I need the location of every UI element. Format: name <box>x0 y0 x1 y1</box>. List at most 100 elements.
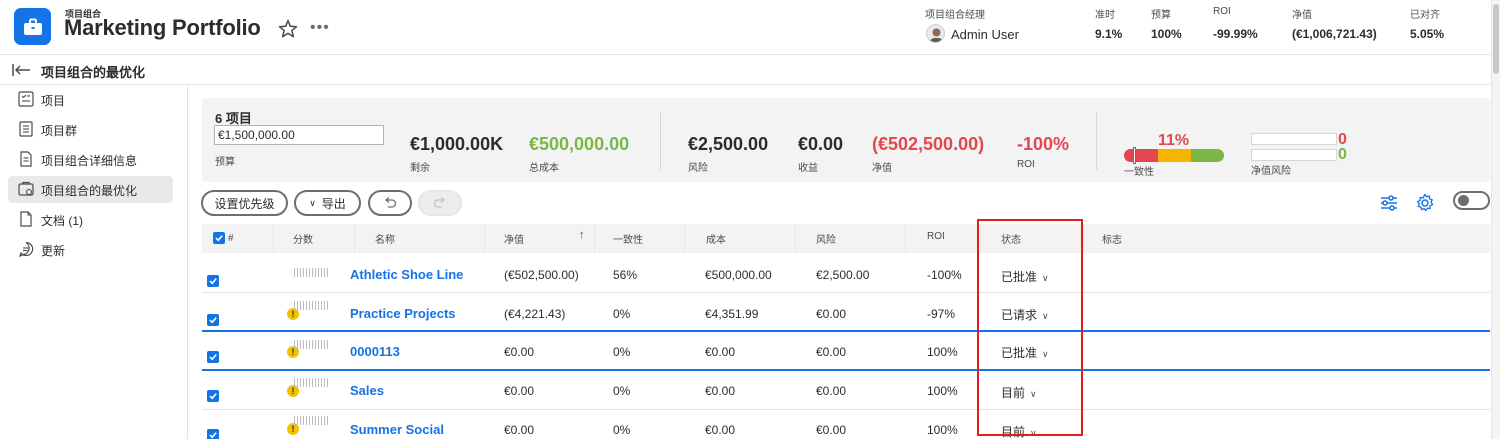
prioritize-button[interactable]: 设置优先级 <box>201 190 288 216</box>
risk-cell: €0.00 <box>816 345 847 359</box>
status-dropdown[interactable]: 已请求 ∨ <box>1001 306 1049 323</box>
column-header-name[interactable]: 名称 <box>355 224 485 253</box>
details-icon <box>20 151 32 167</box>
column-header-label: 风险 <box>816 235 836 246</box>
chevron-down-icon: ∨ <box>1042 311 1049 321</box>
sidebar-item-projects[interactable]: 项目 <box>8 86 173 113</box>
document-icon <box>20 211 32 227</box>
alignment-marker <box>1133 147 1136 164</box>
row-checkbox[interactable] <box>207 390 219 402</box>
alignment-gauge <box>1124 149 1224 162</box>
table-row[interactable]: Athletic Shoe Line (€502,500.00) 56% €50… <box>202 254 1490 293</box>
column-header-label: 名称 <box>375 235 395 246</box>
sidebar-item-label: 文档 (1) <box>41 214 84 228</box>
status-value: 目前 <box>1001 386 1026 400</box>
net-cell: (€4,221.43) <box>504 307 566 321</box>
column-header-net[interactable]: 净值 ↑ <box>485 224 595 253</box>
project-name-link[interactable]: Summer Social <box>350 422 444 437</box>
score-bar <box>294 416 328 425</box>
view-toggle[interactable] <box>1453 191 1490 210</box>
row-checkbox[interactable] <box>207 314 219 326</box>
row-checkbox[interactable] <box>207 429 219 439</box>
net-risk-bar-bottom <box>1251 149 1337 161</box>
sidebar-item-label: 项目组合详细信息 <box>41 154 138 168</box>
score-bar <box>294 268 328 277</box>
status-dropdown[interactable]: 已批准 ∨ <box>1001 344 1049 361</box>
column-header-label: 成本 <box>706 235 726 246</box>
column-header-select[interactable]: # <box>202 224 274 253</box>
column-header-number: # <box>228 233 234 244</box>
briefcase-icon <box>14 8 51 45</box>
chevron-down-icon: ∨ <box>1030 428 1037 438</box>
project-name-link[interactable]: Athletic Shoe Line <box>350 267 463 282</box>
collapse-sidebar-icon[interactable] <box>12 63 32 77</box>
chevron-down-icon: ∨ <box>309 197 316 208</box>
sidebar-item-documents[interactable]: 文档 (1) <box>8 206 173 233</box>
column-header-roi[interactable]: ROI <box>906 224 981 253</box>
column-header-flags[interactable]: 标志 <box>1084 224 1490 253</box>
favorite-star-icon[interactable] <box>277 18 299 40</box>
column-header-label: 一致性 <box>613 235 643 246</box>
column-header-cost[interactable]: 成本 <box>685 224 796 253</box>
alignment-cell: 0% <box>613 384 631 398</box>
aligned-stat-value: 5.05% <box>1410 27 1445 41</box>
column-header-label: ROI <box>927 231 945 242</box>
net-cell: €0.00 <box>504 423 535 437</box>
status-dropdown[interactable]: 目前 ∨ <box>1001 423 1037 439</box>
project-name-link[interactable]: Sales <box>350 383 384 398</box>
sidebar: 项目 项目群 项目组合详细信息 项目组合的最优化 文档 (1) 更新 <box>0 86 188 439</box>
project-name-link[interactable]: 0000113 <box>350 344 400 359</box>
sidebar-item-programs[interactable]: 项目群 <box>8 116 173 143</box>
column-header-status[interactable]: 状态 <box>981 224 1084 253</box>
gear-icon[interactable] <box>1414 192 1436 214</box>
net-value: (€502,500.00) <box>872 134 985 154</box>
more-options-icon[interactable]: ••• <box>310 19 330 37</box>
roi-stat-value: -99.99% <box>1213 27 1258 41</box>
roi-label: ROI <box>1017 159 1035 170</box>
net-cell: €0.00 <box>504 384 535 398</box>
table-row[interactable]: ! Sales €0.00 0% €0.00 €0.00 100% 目前 ∨ <box>202 371 1490 410</box>
sidebar-item-label: 项目组合的最优化 <box>41 184 138 198</box>
page-scrollbar[interactable] <box>1491 0 1500 439</box>
alignment-cell: 0% <box>613 345 631 359</box>
risk-cell: €0.00 <box>816 423 847 437</box>
column-header-score[interactable]: 分数 <box>274 224 355 253</box>
roi-cell: 100% <box>927 384 958 398</box>
sidebar-item-portfolio-optimizer[interactable]: 项目组合的最优化 <box>8 176 173 203</box>
table-row[interactable]: ! 0000113 €0.00 0% €0.00 €0.00 100% 已批准 ∨ <box>202 332 1490 371</box>
redo-button[interactable] <box>418 190 462 216</box>
filter-sliders-icon[interactable] <box>1378 192 1400 214</box>
score-bar <box>294 301 328 310</box>
table-row[interactable]: ! Summer Social €0.00 0% €0.00 €0.00 100… <box>202 410 1490 439</box>
net-risk-value-bottom: 0 <box>1338 146 1347 163</box>
remaining-value: €1,000.00K <box>410 134 504 154</box>
alignment-value: 11% <box>1158 132 1190 149</box>
aligned-stat-label: 已对齐 <box>1410 10 1440 21</box>
row-checkbox[interactable] <box>207 351 219 363</box>
row-checkbox[interactable] <box>207 275 219 287</box>
status-value: 目前 <box>1001 425 1026 439</box>
sort-ascending-icon[interactable]: ↑ <box>579 229 585 241</box>
roi-cell: 100% <box>927 423 958 437</box>
budget-input[interactable] <box>214 125 384 145</box>
roi-cell: 100% <box>927 345 958 359</box>
export-button[interactable]: ∨ 导出 <box>294 190 361 216</box>
cost-cell: €4,351.99 <box>705 307 759 321</box>
project-name-link[interactable]: Practice Projects <box>350 306 456 321</box>
status-dropdown[interactable]: 目前 ∨ <box>1001 384 1037 401</box>
status-dropdown[interactable]: 已批准 ∨ <box>1001 268 1049 285</box>
manager-name[interactable]: Admin User <box>951 27 1019 42</box>
column-header-risk[interactable]: 风险 <box>796 224 906 253</box>
sidebar-item-updates[interactable]: 更新 <box>8 236 173 263</box>
table-row[interactable]: ! Practice Projects (€4,221.43) 0% €4,35… <box>202 293 1490 332</box>
prioritize-label: 设置优先级 <box>214 196 275 211</box>
status-value: 已请求 <box>1001 308 1038 322</box>
column-header-alignment[interactable]: 一致性 <box>595 224 685 253</box>
undo-button[interactable] <box>368 190 412 216</box>
scrollbar-thumb[interactable] <box>1493 4 1499 74</box>
gauge-segment-red <box>1124 149 1158 162</box>
cost-cell: €0.00 <box>705 423 736 437</box>
alignment-cell: 56% <box>613 268 638 282</box>
select-all-checkbox[interactable] <box>213 232 225 244</box>
sidebar-item-portfolio-details[interactable]: 项目组合详细信息 <box>8 146 173 173</box>
